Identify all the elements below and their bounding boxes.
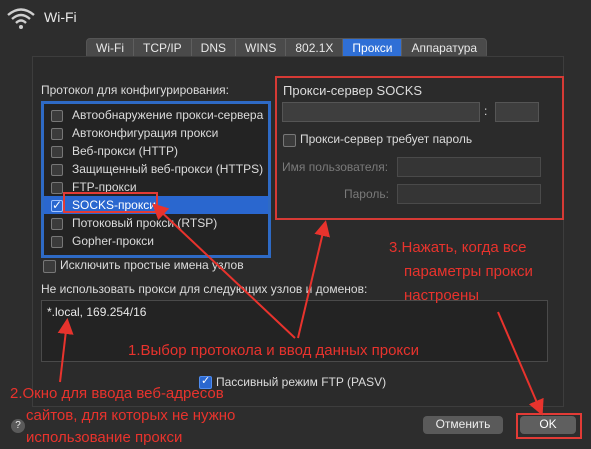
arrow-to-ok-button — [497, 311, 544, 416]
annotation-step-3-line1: 3.Нажать, когда все — [389, 239, 527, 256]
arrow-to-socks-settings — [297, 220, 331, 339]
annotation-step-3-line3: настроены — [404, 287, 480, 304]
annotation-step-3-line2: параметры прокси — [404, 263, 533, 280]
annotation-step-2-line2: сайтов, для которых не нужно — [26, 407, 236, 424]
network-settings-window: Wi-Fi Wi-Fi TCP/IP DNS WINS 802.1X Прокс… — [0, 0, 591, 449]
annotation-step-2-line1: 2.Окно для ввода веб-адресов — [10, 385, 224, 402]
annotation-step-1: 1.Выбор протокола и ввод данных прокси — [128, 342, 420, 359]
annotation-step-2-line3: использование прокси — [26, 429, 183, 446]
arrow-to-socks-item — [152, 203, 296, 339]
annotation-arrows — [57, 203, 544, 416]
arrow-to-bypass-field — [57, 318, 74, 383]
